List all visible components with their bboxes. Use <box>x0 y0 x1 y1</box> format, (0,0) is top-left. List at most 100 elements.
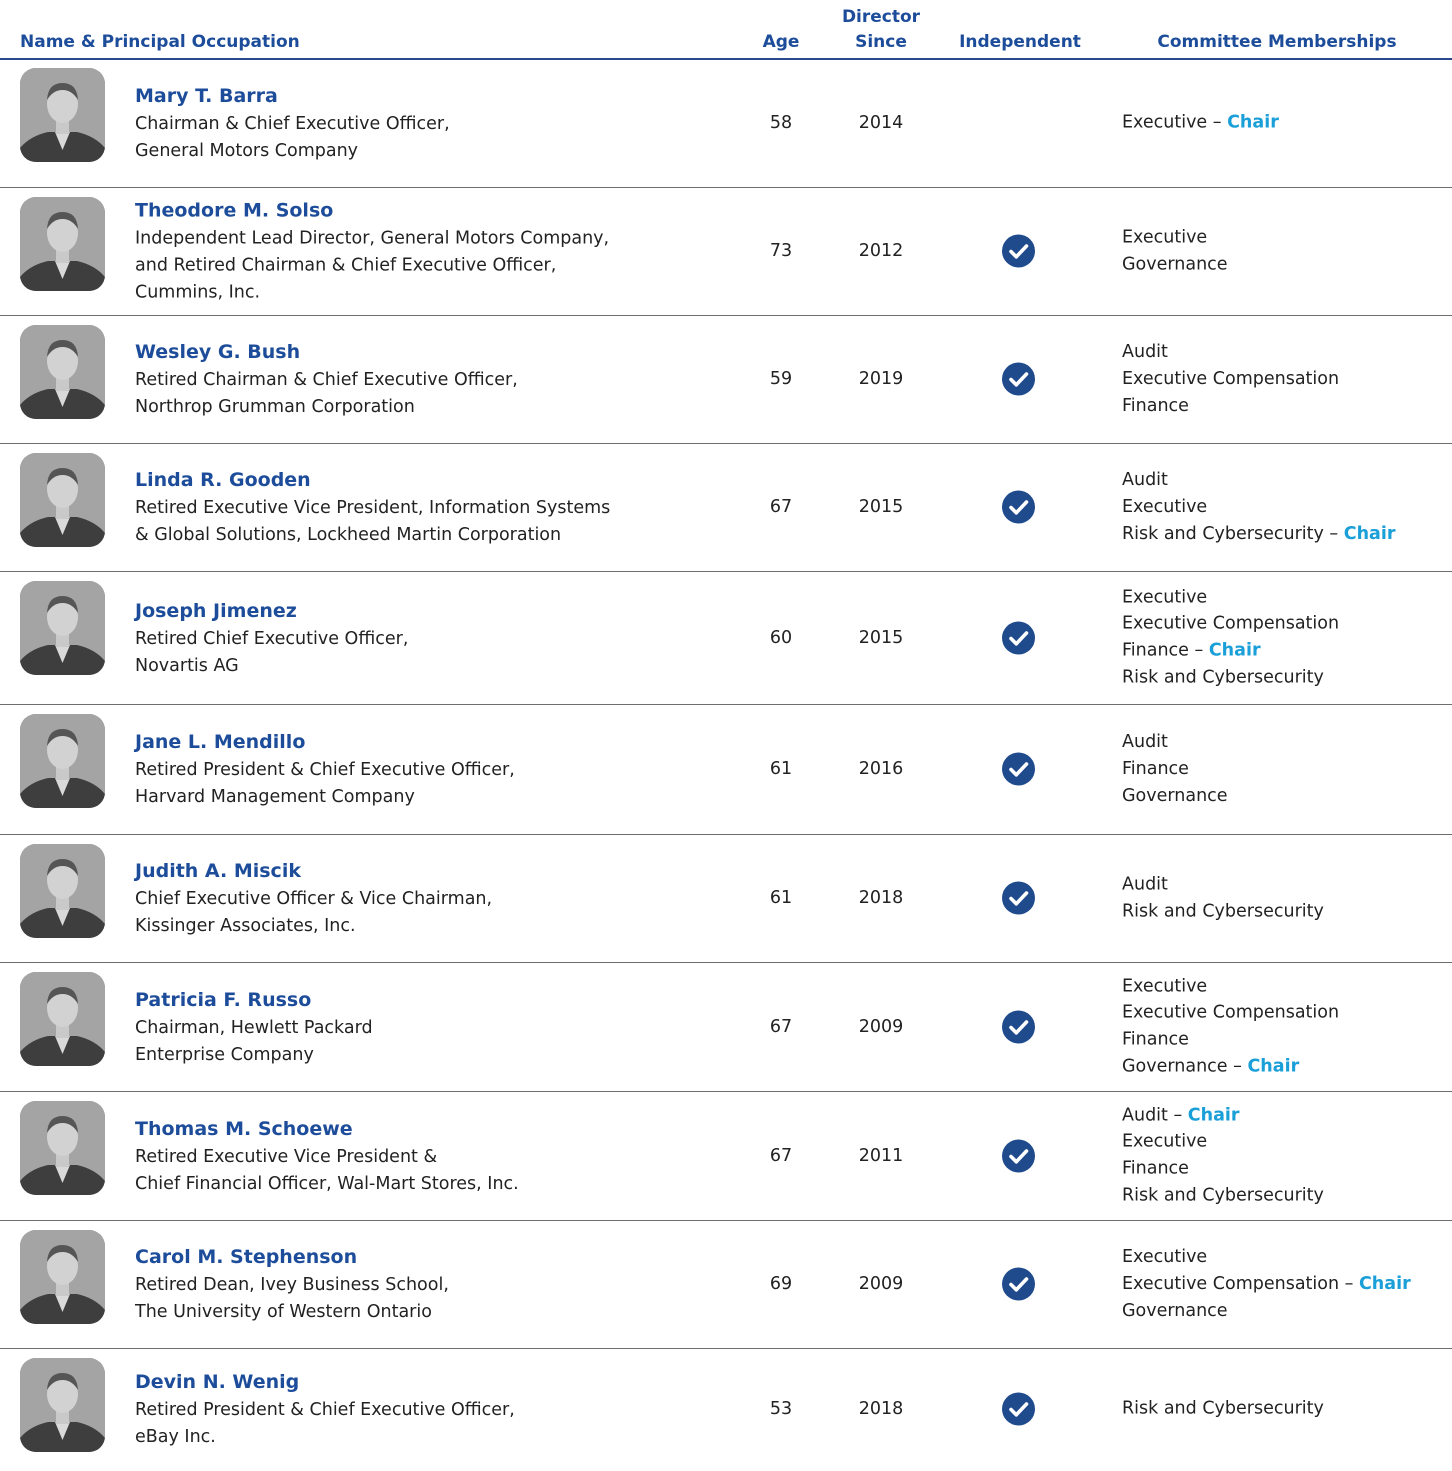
portrait-image <box>20 325 105 419</box>
director-occupation-line: and Retired Chairman & Chief Executive O… <box>135 255 557 276</box>
director-age: 73 <box>769 241 793 262</box>
table-row: Joseph Jimenez Retired Chief Executive Of… <box>0 572 1452 705</box>
committee-list: Audit Executive Risk and Cybersecurity – C… <box>1122 467 1447 547</box>
committee-item: Executive <box>1122 1129 1447 1156</box>
portrait-image <box>20 714 105 808</box>
director-info: Wesley G. Bush Retired Chairman & Chief E… <box>135 337 735 421</box>
committee-name: Audit <box>1122 732 1168 753</box>
director-name: Mary T. Barra <box>135 84 278 107</box>
committee-item: Governance <box>1122 1298 1447 1325</box>
director-age: 67 <box>769 1145 793 1166</box>
director-occupation-line: General Motors Company <box>135 140 359 161</box>
director-since: 2015 <box>858 627 904 648</box>
committee-item: Governance – Chair <box>1122 1053 1447 1080</box>
committee-item: Executive – Chair <box>1122 109 1447 136</box>
table-row: Linda R. Gooden Retired Executive Vice Pr… <box>0 444 1452 572</box>
director-info: Judith A. Miscik Chief Executive Officer … <box>135 856 735 940</box>
committee-name: Audit <box>1122 470 1168 491</box>
director-age: 67 <box>769 1016 793 1037</box>
chair-label: Chair <box>1358 1273 1411 1294</box>
director-name: Jane L. Mendillo <box>135 731 306 754</box>
director-since: 2014 <box>858 112 904 133</box>
director-photo <box>20 1230 105 1324</box>
director-occupation-line: Kissinger Associates, Inc. <box>135 916 356 937</box>
director-age: 58 <box>769 112 793 133</box>
director-name: Carol M. Stephenson <box>135 1246 358 1269</box>
director-occupation-line: The University of Western Ontario <box>135 1302 432 1323</box>
committee-name: Risk and Cybersecurity <box>1122 523 1324 544</box>
portrait-image <box>20 972 105 1066</box>
independent-check-icon <box>1002 1392 1035 1426</box>
independent-check-icon <box>1002 1010 1035 1044</box>
committee-item: Executive <box>1122 225 1447 252</box>
chair-label: Chair <box>1343 523 1396 544</box>
table-row: Thomas M. Schoewe Retired Executive Vice … <box>0 1092 1452 1221</box>
director-occupation-line: & Global Solutions, Lockheed Martin Corp… <box>135 525 562 546</box>
chair-label: Chair <box>1187 1105 1240 1126</box>
portrait-image <box>20 844 105 938</box>
director-name: Thomas M. Schoewe <box>135 1117 353 1140</box>
director-name: Joseph Jimenez <box>135 599 297 622</box>
chair-label: Chair <box>1247 1056 1300 1077</box>
director-age: 69 <box>769 1274 793 1295</box>
director-info: Theodore M. Solso Independent Lead Direct… <box>135 196 735 307</box>
director-occupation-line: Retired Dean, Ivey Business School, <box>135 1275 449 1296</box>
portrait-image <box>20 1101 105 1195</box>
committee-item: Executive Compensation <box>1122 1000 1447 1027</box>
director-age: 60 <box>769 627 793 648</box>
director-info: Jane L. Mendillo Retired President & Chie… <box>135 727 735 811</box>
independent-check-icon <box>1002 881 1035 915</box>
table-row: Wesley G. Bush Retired Chairman & Chief E… <box>0 316 1452 444</box>
committee-name: Finance <box>1122 640 1189 661</box>
director-occupation-line: Retired Chief Executive Officer, <box>135 628 409 649</box>
chair-label: Chair <box>1227 112 1279 133</box>
director-since: 2019 <box>858 369 904 390</box>
table-row: Mary T. Barra Chairman & Chief Executive … <box>0 59 1452 188</box>
table-row: Judith A. Miscik Chief Executive Officer … <box>0 835 1452 963</box>
director-occupation-line: Retired President & Chief Executive Offi… <box>135 1400 515 1421</box>
director-info: Devin N. Wenig Retired President & Chief … <box>135 1367 735 1451</box>
committee-name: Governance <box>1122 1056 1228 1077</box>
portrait-image <box>20 68 105 162</box>
chair-separator: – <box>1339 1273 1359 1294</box>
committee-item: Audit <box>1122 729 1447 756</box>
committee-list: Executive Executive Compensation Finance –… <box>1122 584 1447 691</box>
committee-name: Executive <box>1122 496 1208 517</box>
director-info: Carol M. Stephenson Retired Dean, Ivey Bu… <box>135 1242 735 1326</box>
director-since: 2011 <box>858 1145 904 1166</box>
director-photo <box>20 714 105 808</box>
director-age: 67 <box>769 497 793 518</box>
committee-name: Audit <box>1122 1105 1168 1126</box>
director-occupation-line: Retired Chairman & Chief Executive Offic… <box>135 370 518 391</box>
committee-list: Executive Executive Compensation – Chair G… <box>1122 1244 1447 1324</box>
committee-item: Executive <box>1122 973 1447 1000</box>
table-row: Carol M. Stephenson Retired Dean, Ivey Bu… <box>0 1221 1452 1349</box>
committee-name: Governance <box>1122 785 1228 806</box>
committee-item: Executive Compensation – Chair <box>1122 1271 1447 1298</box>
table-row: Devin N. Wenig Retired President & Chief … <box>0 1349 1452 1470</box>
director-occupation-line: Harvard Management Company <box>135 787 415 808</box>
committee-name: Executive <box>1122 587 1208 608</box>
director-info: Linda R. Gooden Retired Executive Vice Pr… <box>135 465 735 549</box>
committee-item: Risk and Cybersecurity <box>1122 898 1447 925</box>
portrait-image <box>20 1230 105 1324</box>
column-header-director-since-line2: Since <box>855 32 907 52</box>
director-info: Mary T. Barra Chairman & Chief Executive … <box>135 81 735 165</box>
committee-name: Executive Compensation <box>1122 614 1340 635</box>
director-occupation-line: Chairman & Chief Executive Officer, <box>135 113 450 134</box>
committee-item: Governance <box>1122 251 1447 278</box>
committee-list: Audit Executive Compensation Finance <box>1122 339 1447 419</box>
independent-check-icon <box>1002 362 1035 396</box>
table-row: Theodore M. Solso Independent Lead Direct… <box>0 188 1452 316</box>
committee-item: Audit <box>1122 872 1447 899</box>
committee-item: Finance <box>1122 393 1447 420</box>
committee-list: Executive Executive Compensation Finance Go… <box>1122 973 1447 1080</box>
director-age: 61 <box>769 759 793 780</box>
director-name: Linda R. Gooden <box>135 469 311 492</box>
committee-item: Governance <box>1122 783 1447 810</box>
committee-name: Executive Compensation <box>1122 368 1340 389</box>
table-row: Patricia F. Russo Chairman, Hewlett Packa… <box>0 963 1452 1092</box>
director-occupation-line: Northrop Grumman Corporation <box>135 397 415 418</box>
committee-name: Audit <box>1122 342 1168 363</box>
table-header: Name & Principal Occupation Age Director… <box>0 0 1452 60</box>
